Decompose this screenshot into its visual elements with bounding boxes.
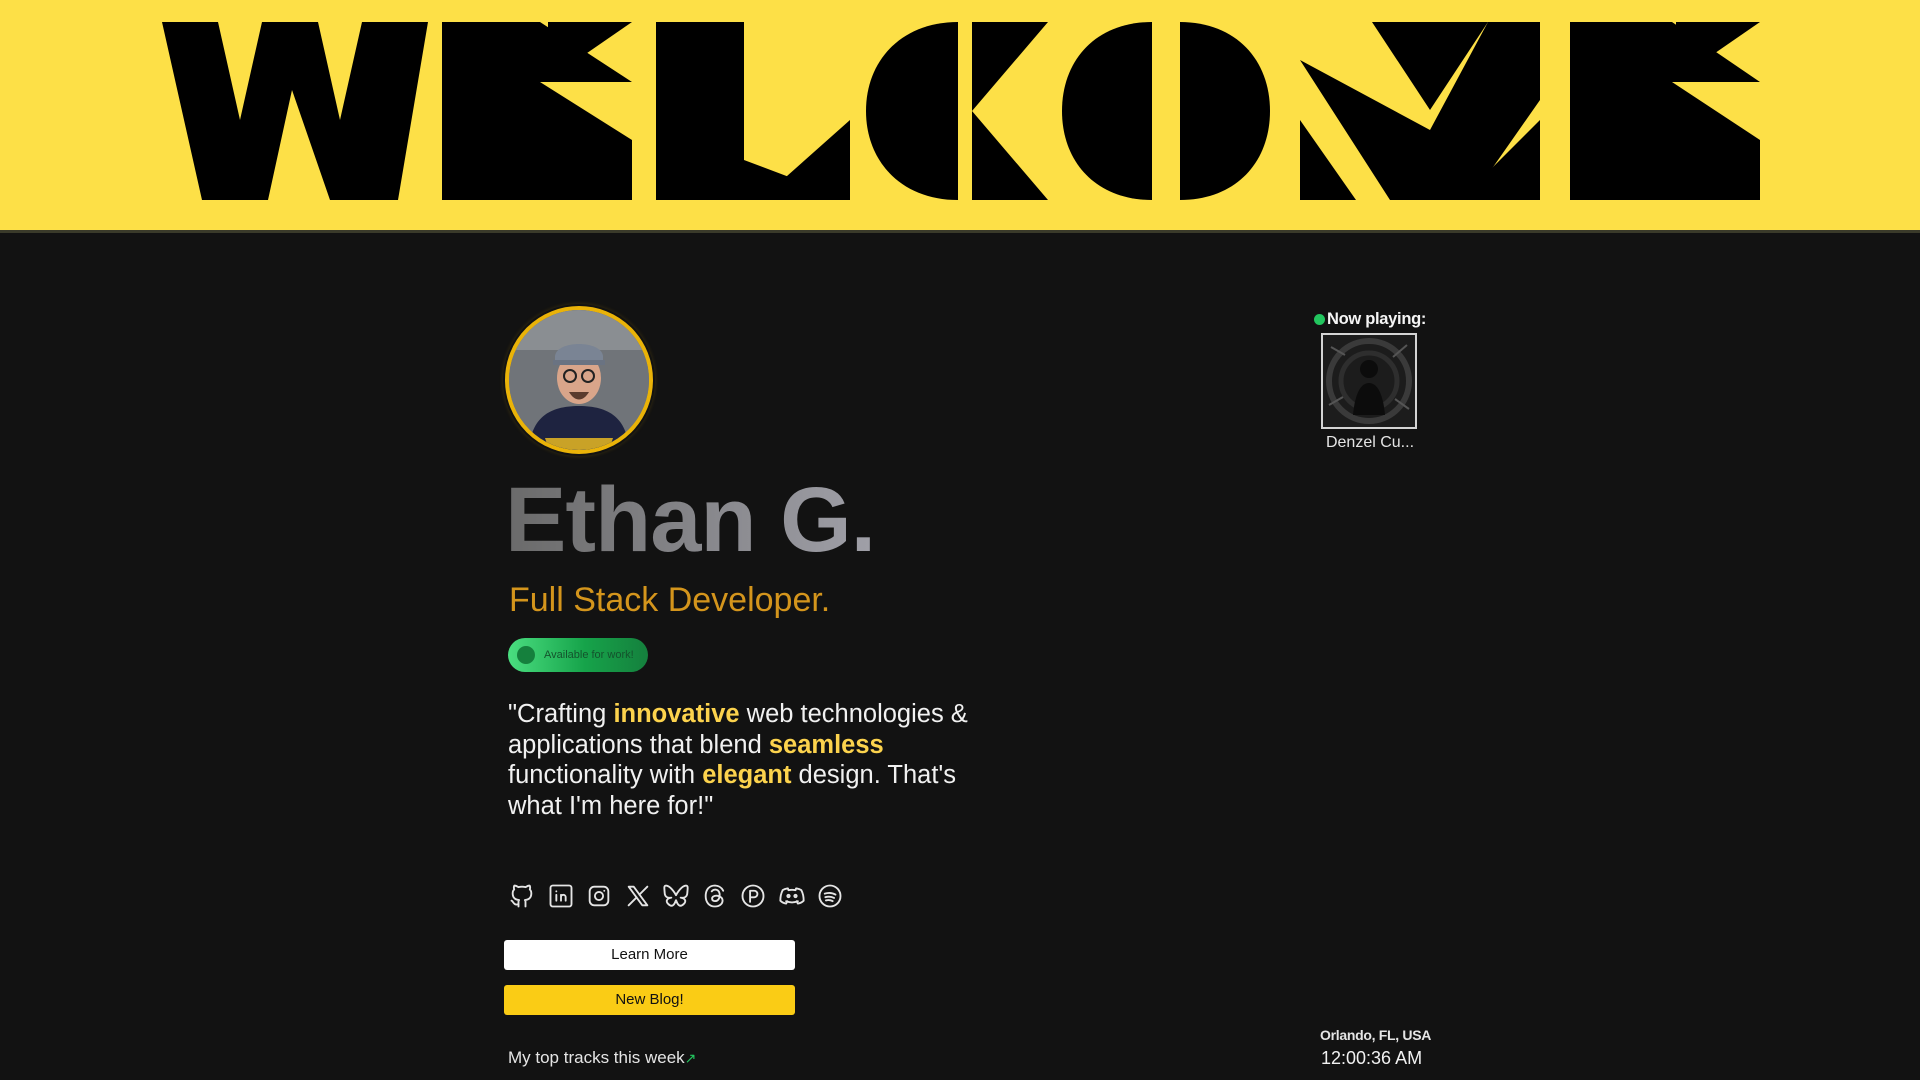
- linkedin-icon[interactable]: [546, 880, 576, 912]
- spotify-status-icon: [1314, 314, 1325, 325]
- discord-icon[interactable]: [777, 880, 807, 912]
- avatar: [505, 306, 653, 454]
- album-cover[interactable]: [1321, 333, 1417, 429]
- profile-role: Full Stack Developer.: [509, 581, 831, 619]
- profile-photo: [509, 310, 649, 450]
- learn-more-button[interactable]: Learn More: [504, 940, 795, 970]
- p-icon[interactable]: [738, 880, 768, 912]
- location-text: Orlando, FL, USA: [1320, 1027, 1432, 1043]
- social-links: [507, 880, 845, 912]
- x-icon[interactable]: [623, 880, 653, 912]
- github-icon[interactable]: [507, 880, 537, 912]
- profile-name: Ethan G.: [505, 469, 876, 571]
- threads-icon[interactable]: [700, 880, 730, 912]
- availability-text: Available for work!: [544, 649, 634, 661]
- new-blog-button[interactable]: New Blog!: [504, 985, 795, 1015]
- clock-time: 12:00:36 AM: [1321, 1048, 1423, 1068]
- profile-quote: "Crafting innovative web technologies & …: [508, 699, 968, 821]
- quote-text: "Crafting: [508, 700, 614, 728]
- bluesky-icon[interactable]: [661, 880, 691, 912]
- availability-badge: Available for work!: [508, 638, 648, 672]
- welcome-banner: WELCOME: [0, 0, 1920, 233]
- now-playing-text: Now playing:: [1327, 310, 1427, 328]
- quote-text: functionality with: [508, 761, 703, 789]
- main-content: [0, 233, 1920, 1080]
- now-playing-label: Now playing:: [1314, 308, 1426, 330]
- album-art: [1323, 335, 1415, 427]
- external-arrow-icon: ↗: [684, 1050, 697, 1066]
- quote-highlight: seamless: [768, 730, 884, 759]
- quote-highlight: innovative: [613, 700, 740, 728]
- top-tracks-link[interactable]: My top tracks this week↗: [508, 1047, 696, 1069]
- now-playing-track: Denzel Cu...: [1325, 434, 1415, 451]
- quote-highlight: elegant: [702, 761, 792, 789]
- instagram-icon[interactable]: [584, 880, 614, 912]
- status-dot-icon: [517, 646, 535, 664]
- welcome-lettering: [162, 22, 1760, 200]
- spotify-icon[interactable]: [815, 880, 845, 912]
- top-tracks-label: My top tracks this week: [508, 1048, 685, 1067]
